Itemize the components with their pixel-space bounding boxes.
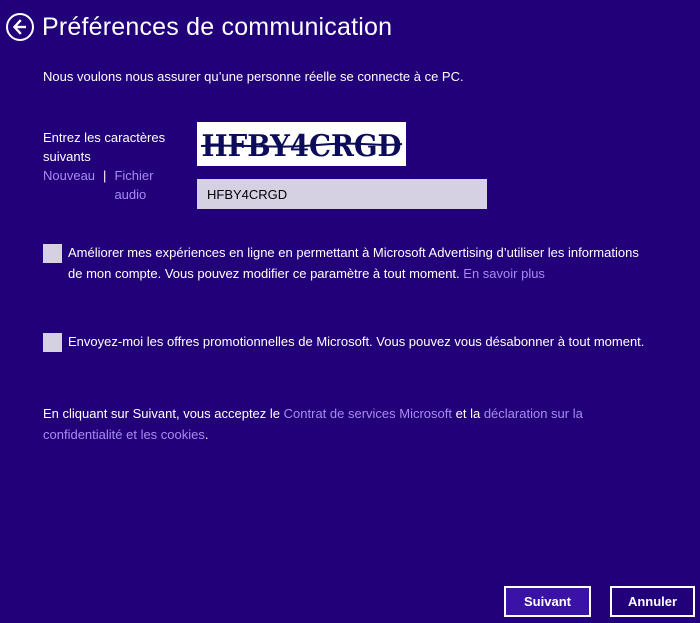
advertising-option: Améliorer mes expériences en ligne en pe… [43, 244, 655, 284]
header: Préférences de communication [6, 10, 392, 44]
services-agreement-link[interactable]: Contrat de services Microsoft [284, 406, 452, 421]
advertising-option-text: Améliorer mes expériences en ligne en pe… [68, 245, 639, 281]
back-button[interactable] [6, 13, 34, 41]
promo-option: Envoyez-moi les offres promotionnelles d… [43, 333, 655, 353]
page-title: Préférences de communication [42, 12, 393, 41]
back-arrow-circle-icon [12, 19, 26, 35]
captcha-input[interactable] [197, 179, 487, 209]
captcha-label: Entrez les caractères suivants [43, 130, 166, 164]
link-separator: | [103, 168, 107, 183]
promo-checkbox[interactable] [43, 333, 62, 352]
promo-option-text: Envoyez-moi les offres promotionnelles d… [68, 334, 645, 349]
captcha-links: Nouveau | Fichier audio [43, 166, 164, 204]
cancel-button[interactable]: Annuler [610, 586, 695, 617]
legal-text: En cliquant sur Suivant, vous acceptez l… [43, 406, 583, 442]
new-captcha-link[interactable]: Nouveau [43, 166, 95, 204]
audio-captcha-link[interactable]: Fichier audio [114, 166, 164, 204]
learn-more-link[interactable]: En savoir plus [463, 266, 545, 281]
captcha-image: HFBY4CRGD [197, 122, 406, 166]
next-button[interactable]: Suivant [504, 586, 591, 617]
intro-text: Nous voulons nous assurer qu’une personn… [43, 69, 464, 84]
advertising-checkbox[interactable] [43, 244, 62, 263]
